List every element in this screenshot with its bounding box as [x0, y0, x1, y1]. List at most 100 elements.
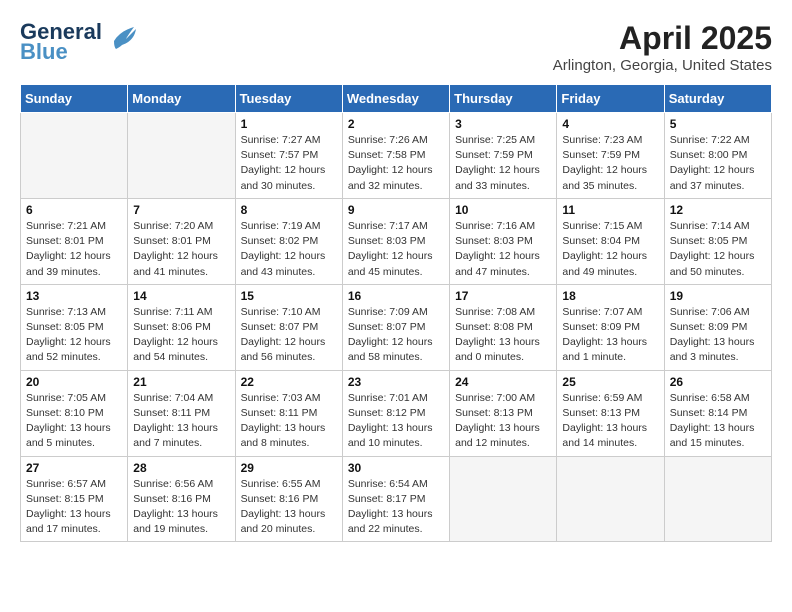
day-number: 28 [133, 461, 229, 475]
calendar-week-row: 1 Sunrise: 7:27 AMSunset: 7:57 PMDaylight… [21, 113, 772, 199]
day-number: 6 [26, 203, 122, 217]
day-number: 15 [241, 289, 337, 303]
day-number: 21 [133, 375, 229, 389]
day-number: 26 [670, 375, 766, 389]
day-number: 22 [241, 375, 337, 389]
calendar-cell [128, 113, 235, 199]
calendar-cell: 5 Sunrise: 7:22 AMSunset: 8:00 PMDaylight… [664, 113, 771, 199]
calendar-cell: 3 Sunrise: 7:25 AMSunset: 7:59 PMDaylight… [450, 113, 557, 199]
weekday-header-tuesday: Tuesday [235, 85, 342, 113]
calendar-cell: 13Sunrise: 7:13 AMSunset: 8:05 PMDayligh… [21, 284, 128, 370]
calendar-cell: 15 Sunrise: 7:10 AMSunset: 8:07 PMDayligh… [235, 284, 342, 370]
weekday-header-saturday: Saturday [664, 85, 771, 113]
day-number: 18 [562, 289, 658, 303]
calendar-header: SundayMondayTuesdayWednesdayThursdayFrid… [21, 85, 772, 113]
day-info: Sunrise: 7:15 AMSunset: 8:04 PMDaylight:… [562, 219, 658, 280]
day-info: Sunrise: 7:16 AMSunset: 8:03 PMDaylight:… [455, 219, 551, 280]
calendar-cell: 10 Sunrise: 7:16 AMSunset: 8:03 PMDayligh… [450, 198, 557, 284]
calendar-cell: 19 Sunrise: 7:06 AMSunset: 8:09 PMDayligh… [664, 284, 771, 370]
calendar-cell: 1 Sunrise: 7:27 AMSunset: 7:57 PMDaylight… [235, 113, 342, 199]
day-info: Sunrise: 7:11 AMSunset: 8:06 PMDaylight:… [133, 305, 229, 366]
day-number: 27 [26, 461, 122, 475]
day-info: Sunrise: 7:25 AMSunset: 7:59 PMDaylight:… [455, 133, 551, 194]
calendar-cell [557, 456, 664, 542]
day-number: 10 [455, 203, 551, 217]
location-subtitle: Arlington, Georgia, United States [553, 57, 772, 74]
day-info: Sunrise: 7:06 AMSunset: 8:09 PMDaylight:… [670, 305, 766, 366]
day-info: Sunrise: 7:04 AMSunset: 8:11 PMDaylight:… [133, 391, 229, 452]
day-info: Sunrise: 7:10 AMSunset: 8:07 PMDaylight:… [241, 305, 337, 366]
day-number: 5 [670, 117, 766, 131]
calendar-cell: 20 Sunrise: 7:05 AMSunset: 8:10 PMDayligh… [21, 370, 128, 456]
day-number: 16 [348, 289, 444, 303]
calendar-week-row: 6 Sunrise: 7:21 AMSunset: 8:01 PMDaylight… [21, 198, 772, 284]
day-info: Sunrise: 7:19 AMSunset: 8:02 PMDaylight:… [241, 219, 337, 280]
day-number: 30 [348, 461, 444, 475]
day-info: Sunrise: 7:23 AMSunset: 7:59 PMDaylight:… [562, 133, 658, 194]
day-number: 24 [455, 375, 551, 389]
calendar-cell: 6 Sunrise: 7:21 AMSunset: 8:01 PMDaylight… [21, 198, 128, 284]
day-number: 1 [241, 117, 337, 131]
day-number: 8 [241, 203, 337, 217]
day-number: 3 [455, 117, 551, 131]
day-number: 11 [562, 203, 658, 217]
calendar-cell: 14Sunrise: 7:11 AMSunset: 8:06 PMDayligh… [128, 284, 235, 370]
calendar-cell: 24Sunrise: 7:00 AMSunset: 8:13 PMDayligh… [450, 370, 557, 456]
calendar-cell: 16 Sunrise: 7:09 AMSunset: 8:07 PMDayligh… [342, 284, 449, 370]
weekday-header-thursday: Thursday [450, 85, 557, 113]
month-year-title: April 2025 [553, 20, 772, 57]
calendar-cell: 29Sunrise: 6:55 AMSunset: 8:16 PMDayligh… [235, 456, 342, 542]
day-info: Sunrise: 7:27 AMSunset: 7:57 PMDaylight:… [241, 133, 337, 194]
calendar-cell: 26 Sunrise: 6:58 AMSunset: 8:14 PMDayligh… [664, 370, 771, 456]
day-info: Sunrise: 6:55 AMSunset: 8:16 PMDaylight:… [241, 477, 337, 538]
weekday-header-sunday: Sunday [21, 85, 128, 113]
calendar-cell: 18 Sunrise: 7:07 AMSunset: 8:09 PMDayligh… [557, 284, 664, 370]
day-number: 23 [348, 375, 444, 389]
day-number: 25 [562, 375, 658, 389]
day-info: Sunrise: 7:22 AMSunset: 8:00 PMDaylight:… [670, 133, 766, 194]
day-number: 17 [455, 289, 551, 303]
page-header: General Blue April 2025 Arlington, Georg… [20, 20, 772, 74]
day-number: 12 [670, 203, 766, 217]
weekday-header-friday: Friday [557, 85, 664, 113]
day-number: 2 [348, 117, 444, 131]
calendar-cell: 8 Sunrise: 7:19 AMSunset: 8:02 PMDaylight… [235, 198, 342, 284]
day-number: 13 [26, 289, 122, 303]
calendar-week-row: 27 Sunrise: 6:57 AMSunset: 8:15 PMDayligh… [21, 456, 772, 542]
day-number: 19 [670, 289, 766, 303]
calendar-cell [450, 456, 557, 542]
calendar-week-row: 20 Sunrise: 7:05 AMSunset: 8:10 PMDayligh… [21, 370, 772, 456]
day-info: Sunrise: 7:03 AMSunset: 8:11 PMDaylight:… [241, 391, 337, 452]
day-info: Sunrise: 7:07 AMSunset: 8:09 PMDaylight:… [562, 305, 658, 366]
calendar-week-row: 13Sunrise: 7:13 AMSunset: 8:05 PMDayligh… [21, 284, 772, 370]
calendar-cell: 28Sunrise: 6:56 AMSunset: 8:16 PMDayligh… [128, 456, 235, 542]
weekday-header-row: SundayMondayTuesdayWednesdayThursdayFrid… [21, 85, 772, 113]
day-number: 20 [26, 375, 122, 389]
day-info: Sunrise: 7:17 AMSunset: 8:03 PMDaylight:… [348, 219, 444, 280]
calendar-cell: 25 Sunrise: 6:59 AMSunset: 8:13 PMDayligh… [557, 370, 664, 456]
calendar-cell: 17Sunrise: 7:08 AMSunset: 8:08 PMDayligh… [450, 284, 557, 370]
day-info: Sunrise: 7:21 AMSunset: 8:01 PMDaylight:… [26, 219, 122, 280]
calendar-cell [664, 456, 771, 542]
day-info: Sunrise: 6:54 AMSunset: 8:17 PMDaylight:… [348, 477, 444, 538]
calendar-cell: 2 Sunrise: 7:26 AMSunset: 7:58 PMDaylight… [342, 113, 449, 199]
day-info: Sunrise: 7:05 AMSunset: 8:10 PMDaylight:… [26, 391, 122, 452]
title-block: April 2025 Arlington, Georgia, United St… [553, 20, 772, 74]
calendar-cell: 23 Sunrise: 7:01 AMSunset: 8:12 PMDayligh… [342, 370, 449, 456]
day-info: Sunrise: 6:57 AMSunset: 8:15 PMDaylight:… [26, 477, 122, 538]
day-info: Sunrise: 7:01 AMSunset: 8:12 PMDaylight:… [348, 391, 444, 452]
calendar-cell: 30 Sunrise: 6:54 AMSunset: 8:17 PMDayligh… [342, 456, 449, 542]
weekday-header-wednesday: Wednesday [342, 85, 449, 113]
day-number: 7 [133, 203, 229, 217]
day-info: Sunrise: 6:59 AMSunset: 8:13 PMDaylight:… [562, 391, 658, 452]
day-info: Sunrise: 7:26 AMSunset: 7:58 PMDaylight:… [348, 133, 444, 194]
logo: General Blue [20, 20, 138, 64]
day-info: Sunrise: 7:20 AMSunset: 8:01 PMDaylight:… [133, 219, 229, 280]
calendar-cell: 7 Sunrise: 7:20 AMSunset: 8:01 PMDaylight… [128, 198, 235, 284]
calendar-table: SundayMondayTuesdayWednesdayThursdayFrid… [20, 84, 772, 542]
day-info: Sunrise: 7:09 AMSunset: 8:07 PMDaylight:… [348, 305, 444, 366]
logo-bird-icon [106, 23, 138, 53]
day-info: Sunrise: 6:58 AMSunset: 8:14 PMDaylight:… [670, 391, 766, 452]
logo-line2: Blue [20, 40, 102, 64]
weekday-header-monday: Monday [128, 85, 235, 113]
